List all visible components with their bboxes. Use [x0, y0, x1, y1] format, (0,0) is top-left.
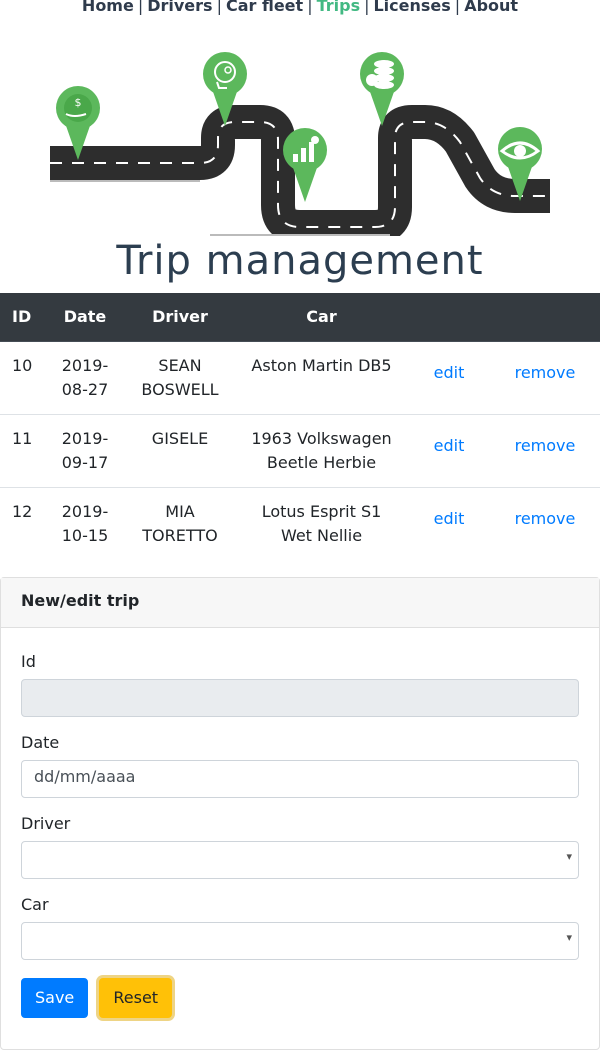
driver-select[interactable] [21, 841, 579, 879]
nav-home[interactable]: Home [82, 0, 134, 15]
trip-date-cell: 2019-09-17 [45, 413, 125, 487]
table-row: 11 2019-09-17 GISELE 1963 Volkswagen Bee… [0, 413, 600, 487]
edit-cell: edit [408, 340, 490, 414]
id-field[interactable] [21, 679, 579, 717]
date-field[interactable]: dd/mm/aaaa [21, 760, 579, 798]
trip-id-cell: 10 [0, 340, 45, 414]
column-header-id: ID [0, 293, 45, 342]
nav-trips[interactable]: Trips [317, 0, 361, 15]
nav-separator: | [137, 0, 144, 15]
remove-cell: remove [490, 413, 600, 487]
trip-driver-cell: MIA TORETTO [125, 486, 235, 560]
eye-icon [498, 127, 542, 201]
remove-cell: remove [490, 486, 600, 560]
id-group: Id [21, 652, 579, 717]
column-header-remove [490, 293, 600, 342]
date-label: Date [21, 733, 60, 752]
brain-gears-icon [203, 52, 247, 126]
car-group: Car [21, 895, 579, 960]
column-header-driver: Driver [125, 293, 235, 342]
edit-link[interactable]: edit [434, 363, 465, 382]
nav-separator: | [216, 0, 222, 15]
car-select[interactable] [21, 922, 579, 960]
edit-cell: edit [408, 413, 490, 487]
svg-text:$: $ [75, 96, 82, 109]
trips-table: ID Date Driver Car 10 2019-08-27 SEAN BO… [0, 293, 600, 560]
table-row: 12 2019-10-15 MIA TORETTO Lotus Esprit S… [0, 486, 600, 560]
trip-driver-cell: SEAN BOSWELL [125, 340, 235, 414]
nav-licenses[interactable]: Licenses [373, 0, 450, 15]
date-group: Date dd/mm/aaaa [21, 733, 579, 798]
trip-driver-cell: GISELE [125, 413, 235, 487]
nav-about[interactable]: About [464, 0, 518, 15]
trip-date-cell: 2019-08-27 [45, 340, 125, 414]
trip-id-cell: 12 [0, 486, 45, 560]
save-button[interactable]: Save [21, 978, 89, 1018]
edit-link[interactable]: edit [434, 509, 465, 528]
edit-link[interactable]: edit [434, 436, 465, 455]
trip-car-cell: 1963 Volkswagen Beetle Herbie [235, 413, 408, 487]
money-hand-icon: $ [56, 86, 100, 160]
nav-separator: | [307, 0, 313, 15]
card-title: New/edit trip [1, 578, 599, 628]
table-header-row: ID Date Driver Car [0, 293, 600, 342]
form-buttons: Save Reset [21, 978, 579, 1018]
car-label: Car [21, 895, 49, 914]
card-body: Id Date dd/mm/aaaa Driver Car Save Reset [1, 628, 599, 1038]
main-nav: Home | Drivers | Car fleet | Trips | Licenses | Ab… [0, 0, 600, 15]
trip-date-cell: 2019-10-15 [45, 486, 125, 560]
remove-link[interactable]: remove [515, 509, 576, 528]
trip-form-card: New/edit trip Id Date dd/mm/aaaa Driver … [0, 577, 600, 1050]
column-header-date: Date [45, 293, 125, 342]
nav-drivers[interactable]: Drivers [147, 0, 212, 15]
table-row: 10 2019-08-27 SEAN BOSWELL Aston Martin … [0, 340, 600, 414]
nav-car-fleet[interactable]: Car fleet [226, 0, 303, 15]
remove-cell: remove [490, 340, 600, 414]
remove-link[interactable]: remove [515, 436, 576, 455]
coins-icon [360, 52, 404, 126]
nav-separator: | [364, 0, 370, 15]
trip-id-cell: 11 [0, 413, 45, 487]
trip-car-cell: Lotus Esprit S1 Wet Nellie [235, 486, 408, 560]
column-header-edit [408, 293, 490, 342]
column-header-car: Car [235, 293, 408, 342]
page-title: Trip management [116, 238, 484, 284]
driver-group: Driver [21, 814, 579, 879]
driver-label: Driver [21, 814, 71, 833]
reset-button[interactable]: Reset [99, 978, 173, 1018]
edit-cell: edit [408, 486, 490, 560]
growth-chart-icon [283, 128, 327, 202]
nav-separator: | [454, 0, 461, 15]
id-label: Id [21, 652, 36, 671]
remove-link[interactable]: remove [515, 363, 576, 382]
trip-car-cell: Aston Martin DB5 [235, 340, 408, 414]
